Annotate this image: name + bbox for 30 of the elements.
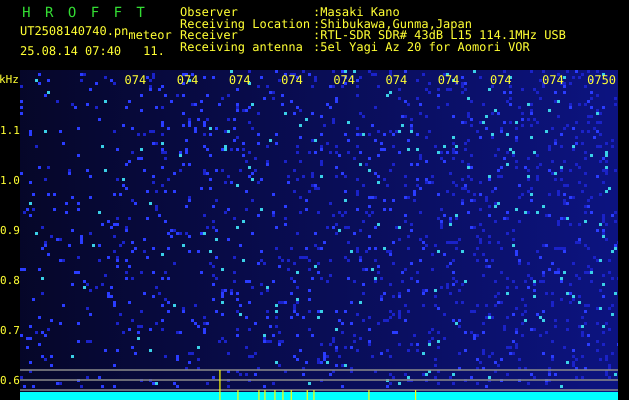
time-label: 074 — [281, 74, 303, 86]
info-value: :Shibukawa,Gunma,Japan — [313, 18, 472, 29]
info-label: Receiver — [180, 29, 238, 40]
mode-label: meteor — [128, 29, 172, 41]
time-label: 074 — [228, 74, 251, 86]
time-label: 074 — [438, 74, 460, 86]
info-value: :Masaki Kano — [313, 6, 400, 18]
file-name: UT2508140740.pn — [20, 25, 128, 37]
app-title: H R O F F T — [22, 6, 148, 20]
info-label: Receiving Location — [180, 18, 312, 29]
axis-label: 1.1 — [0, 125, 20, 137]
axis-label: 0.6 — [0, 375, 20, 387]
time-label: 074 — [490, 74, 512, 86]
axis-label: 0.8 — [0, 275, 20, 287]
axis-label: 0.7 — [0, 325, 20, 337]
axis-unit: kHz — [0, 72, 20, 88]
info-label: Observer — [180, 6, 238, 18]
time-label: 074 — [333, 74, 356, 86]
axis-label: 0.9 — [0, 225, 20, 237]
time-label: 074 — [542, 74, 564, 86]
time-label: 074 — [176, 74, 198, 86]
time-label: 074 — [124, 74, 146, 86]
axis-label: 1.0 — [0, 175, 20, 187]
info-value: :RTL-SDR SDR# 43dB L15 114.1MHz USB — [313, 29, 566, 40]
count-label: 11. — [143, 45, 165, 57]
info-value: :5el Yagi Az 20 for Aomori VOR — [313, 40, 530, 52]
time-label: 074 — [386, 74, 408, 86]
time-label: 0750 — [587, 74, 616, 86]
timestamp: 25.08.14 07:40 — [20, 45, 122, 57]
info-label: Receiving antenna — [180, 40, 304, 52]
